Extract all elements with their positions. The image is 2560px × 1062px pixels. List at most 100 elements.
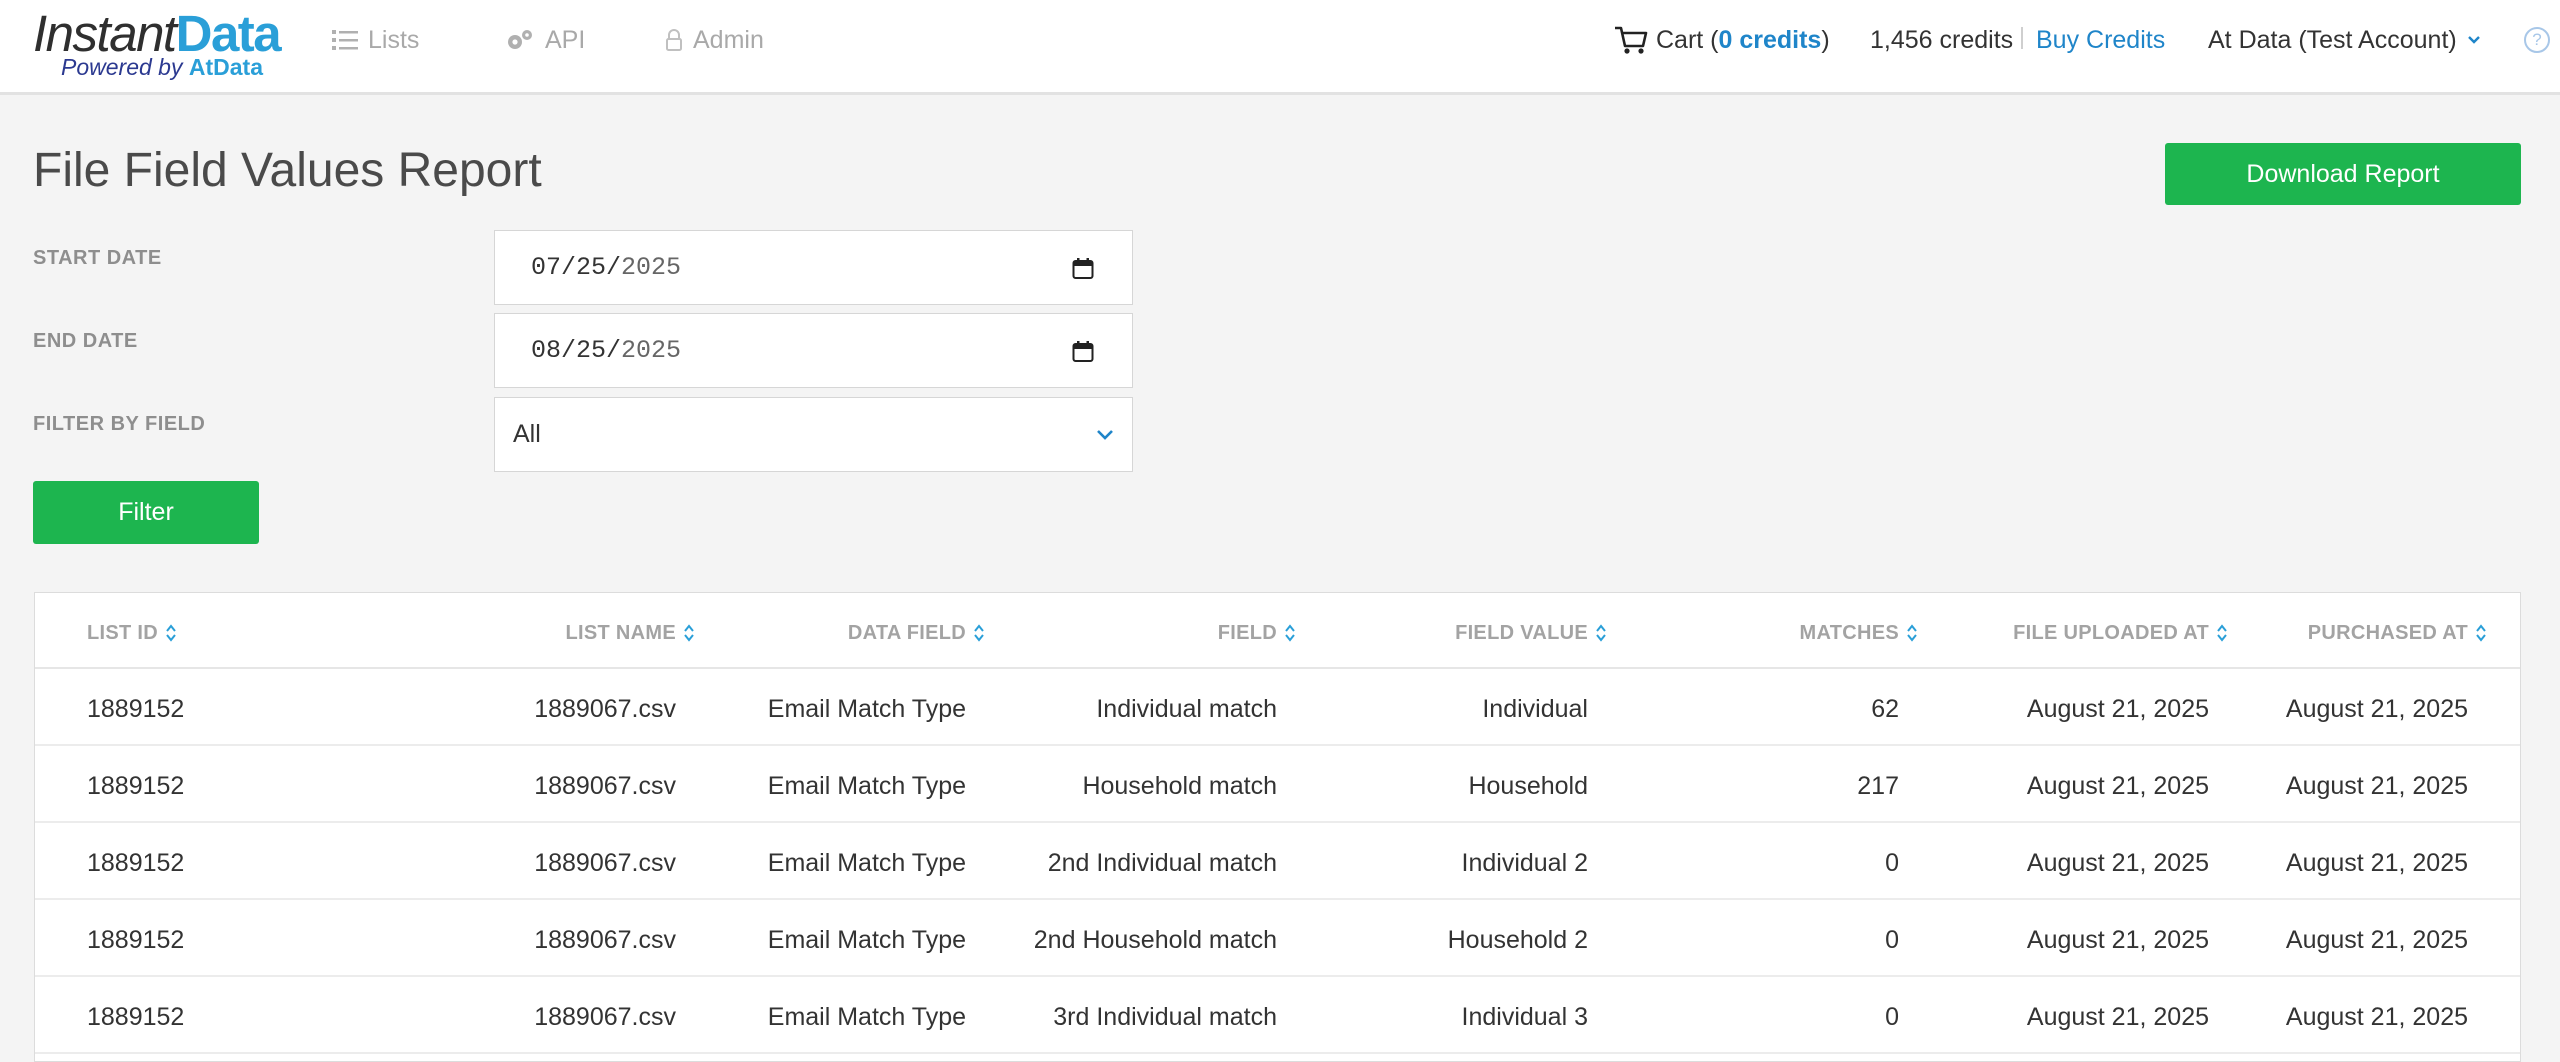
report-table: LIST ID LIST NAME DATA FIELD FIELD FIELD VAL…	[34, 592, 2521, 1062]
filter-by-field-label: FILTER BY FIELD	[33, 413, 206, 435]
logo-tagline-brand: AtData	[188, 54, 263, 80]
filter-button[interactable]: Filter	[33, 481, 259, 544]
table-cell: 1889152	[87, 926, 185, 954]
table-cell: August 21, 2025	[2285, 1003, 2468, 1031]
chevron-down-icon	[2467, 36, 2480, 44]
start-date-year: 2025	[621, 253, 682, 282]
filter-by-field-select[interactable]: All	[494, 397, 1133, 472]
table-cell: August 21, 2025	[2026, 926, 2209, 954]
column-header[interactable]: MATCHES	[1799, 621, 1917, 645]
column-header[interactable]: LIST NAME	[566, 621, 694, 645]
end-date-value: 08/25/2025	[531, 336, 681, 365]
filter-by-field-value: All	[513, 420, 541, 448]
table-cell: 1889152	[87, 772, 185, 800]
nav-lists[interactable]: Lists	[332, 22, 419, 58]
nav-api-label: API	[545, 25, 586, 54]
sort-icon[interactable]	[974, 624, 984, 642]
cart-credits: 0 credits	[1718, 25, 1822, 54]
table-cell: August 21, 2025	[2026, 1003, 2209, 1031]
end-date-input[interactable]: 08/25/2025	[494, 313, 1133, 388]
cart-link[interactable]: Cart (0 credits)	[1614, 22, 1830, 58]
table-cell: August 21, 2025	[2285, 926, 2468, 954]
column-header-label: FILE UPLOADED AT	[2013, 621, 2209, 644]
table-cell: Email Match Type	[767, 926, 966, 954]
table-cell: Email Match Type	[767, 849, 966, 877]
table-cell: Email Match Type	[767, 1003, 966, 1031]
cart-label-close: )	[1821, 25, 1830, 54]
calendar-icon[interactable]	[1072, 258, 1094, 280]
column-header[interactable]: FIELD VALUE	[1455, 621, 1606, 645]
table-cell: 1889067.csv	[534, 849, 676, 877]
table-cell: 2nd Household match	[1033, 926, 1277, 954]
instantdata-logo[interactable]: InstantData Powered by AtData	[33, 6, 283, 86]
page-title: File Field Values Report	[33, 144, 542, 197]
download-report-button[interactable]: Download Report	[2165, 143, 2521, 205]
column-header-label: PURCHASED AT	[2307, 621, 2468, 644]
cart-label: Cart (	[1656, 25, 1719, 54]
help-glyph: ?	[2532, 30, 2542, 49]
chevron-down-icon	[1097, 430, 1113, 440]
table-cell: 1889067.csv	[534, 695, 676, 723]
column-header-label: LIST NAME	[565, 621, 676, 644]
column-header-label: FIELD VALUE	[1455, 621, 1588, 644]
sort-icon[interactable]	[1285, 624, 1295, 642]
column-header-label: FIELD	[1217, 621, 1277, 644]
table-cell: August 21, 2025	[2285, 849, 2468, 877]
end-date-year: 2025	[621, 336, 682, 365]
lock-icon	[666, 29, 682, 51]
header-divider	[2021, 27, 2023, 49]
sort-icon[interactable]	[684, 624, 694, 642]
end-date-month-day: 08/25/	[531, 336, 622, 365]
table-cell: 217	[1857, 772, 1899, 800]
table-cell: Household	[1468, 772, 1588, 800]
table-cell: Household 2	[1447, 926, 1588, 954]
column-header-label: LIST ID	[87, 621, 158, 644]
sort-icon[interactable]	[2217, 624, 2227, 642]
table-cell: Individual	[1482, 695, 1588, 723]
sort-icon[interactable]	[166, 624, 176, 642]
table-row: 1889152 1889067.csv Email Match Type Househ…	[35, 746, 2520, 823]
table-cell: 2nd Individual match	[1047, 849, 1277, 877]
table-cell: 1889067.csv	[534, 926, 676, 954]
table-header: LIST ID LIST NAME DATA FIELD FIELD FIELD VAL…	[35, 593, 2520, 669]
table-cell: Individual match	[1096, 695, 1277, 723]
sort-icon[interactable]	[2476, 624, 2486, 642]
sort-icon[interactable]	[1596, 624, 1606, 642]
column-header[interactable]: PURCHASED AT	[2308, 621, 2486, 645]
buy-credits-link[interactable]: Buy Credits	[2036, 22, 2165, 58]
table-cell: August 21, 2025	[2285, 695, 2468, 723]
cart-icon	[1615, 26, 1648, 54]
gears-icon	[508, 30, 532, 49]
list-icon	[332, 30, 358, 50]
nav-admin-label: Admin	[693, 25, 764, 54]
table-cell: 62	[1871, 695, 1899, 723]
logo-tagline-prefix: Powered by	[61, 54, 189, 80]
sort-icon[interactable]	[1907, 624, 1917, 642]
table-cell: Individual 2	[1461, 849, 1588, 877]
start-date-input[interactable]: 07/25/2025	[494, 230, 1133, 305]
table-row: 1889152 1889067.csv Email Match Type Indivi…	[35, 669, 2520, 746]
question-icon[interactable]: ?	[2524, 27, 2550, 53]
table-cell: 1889067.csv	[534, 772, 676, 800]
column-header[interactable]: LIST ID	[87, 621, 176, 645]
table-cell: August 21, 2025	[2026, 849, 2209, 877]
calendar-icon[interactable]	[1072, 341, 1094, 363]
table-row: 1889152 1889067.csv Email Match Type 3rd In…	[35, 977, 2520, 1054]
column-header[interactable]: FIELD	[1218, 621, 1295, 645]
nav-admin[interactable]: Admin	[665, 22, 764, 58]
table-cell: 1889152	[87, 849, 185, 877]
column-header[interactable]: FILE UPLOADED AT	[2013, 621, 2227, 645]
start-date-month-day: 07/25/	[531, 253, 622, 282]
table-cell: Email Match Type	[767, 695, 966, 723]
table-cell: 0	[1885, 849, 1899, 877]
table-cell: August 21, 2025	[2026, 695, 2209, 723]
column-header-label: DATA FIELD	[847, 621, 966, 644]
account-menu[interactable]: At Data (Test Account)	[2208, 22, 2481, 58]
table-cell: 0	[1885, 1003, 1899, 1031]
column-header[interactable]: DATA FIELD	[848, 621, 984, 645]
table-cell: 1889152	[87, 1003, 185, 1031]
nav-api[interactable]: API	[505, 22, 585, 58]
table-row: 1889152 1889067.csv Email Match Type 2nd Ho…	[35, 900, 2520, 977]
start-date-value: 07/25/2025	[531, 253, 681, 282]
table-cell: August 21, 2025	[2026, 772, 2209, 800]
